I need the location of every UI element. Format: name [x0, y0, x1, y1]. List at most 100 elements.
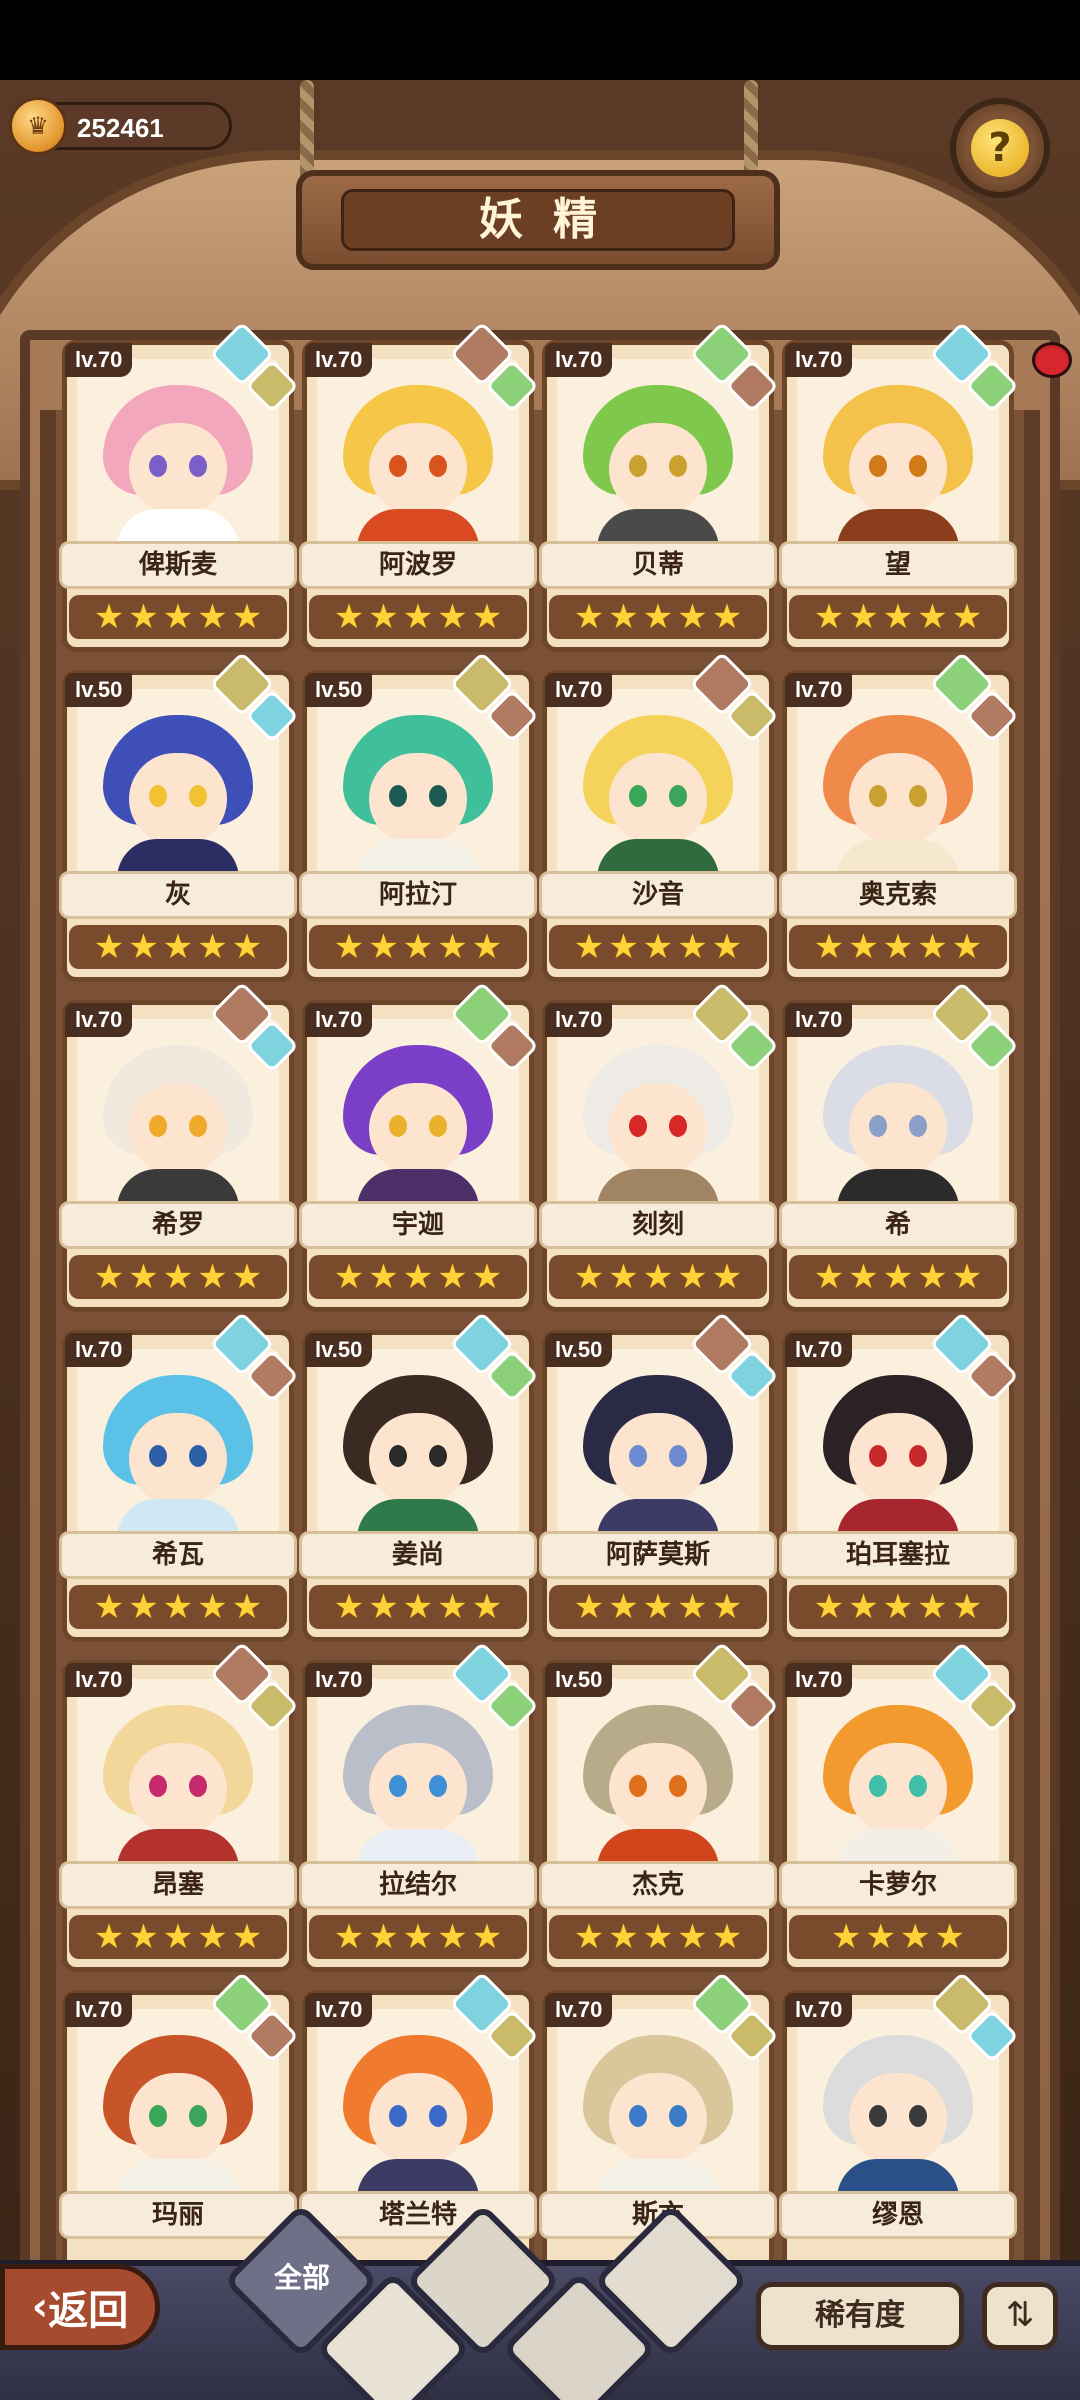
fairy-portrait: [797, 1679, 999, 1889]
star-icon: ★: [813, 597, 845, 637]
star-icon: ★: [813, 927, 845, 967]
star-icon: ★: [231, 1257, 263, 1297]
help-button[interactable]: ?: [950, 98, 1050, 198]
face-shape: [129, 753, 227, 845]
star-icon: ★: [917, 927, 948, 967]
star-icon: ★: [934, 1917, 965, 1957]
face-shape: [609, 753, 707, 845]
fairy-card[interactable]: lv.70 希瓦 ★ ★ ★ ★ ★: [59, 1311, 299, 1642]
back-button[interactable]: ‹ 返回: [0, 2264, 160, 2350]
fairy-portrait: [557, 2009, 759, 2219]
fairy-card[interactable]: lv.50 阿拉汀 ★ ★ ★ ★ ★: [299, 651, 539, 982]
star-rating: ★ ★ ★ ★ ★: [549, 925, 767, 969]
fairy-portrait: [77, 1349, 279, 1559]
sort-order-button[interactable]: ⇅: [982, 2282, 1058, 2350]
star-rating: ★ ★ ★ ★ ★: [789, 1255, 1007, 1299]
face-shape: [849, 1743, 947, 1835]
level-badge: lv.70: [65, 1003, 133, 1037]
fairy-card[interactable]: lv.70 贝蒂 ★ ★ ★ ★ ★: [539, 321, 779, 652]
fairy-portrait: [797, 359, 999, 569]
star-rating: ★ ★ ★ ★ ★: [309, 1255, 527, 1299]
fairy-card[interactable]: lv.50 阿萨莫斯 ★ ★ ★ ★ ★: [539, 1311, 779, 1642]
fairy-card[interactable]: lv.50 姜尚 ★ ★ ★ ★ ★: [299, 1311, 539, 1642]
star-icon: ★: [368, 1257, 399, 1297]
eye-left: [389, 1445, 407, 1467]
fairy-card[interactable]: lv.70 沙音 ★ ★ ★ ★ ★: [539, 651, 779, 982]
fairy-card[interactable]: lv.50 杰克 ★ ★ ★ ★ ★: [539, 1641, 779, 1972]
fairy-card[interactable]: lv.70 缪恩: [779, 1971, 1019, 2302]
star-icon: ★: [813, 1587, 845, 1627]
eye-left: [149, 1445, 167, 1467]
star-icon: ★: [608, 1257, 639, 1297]
eye-left: [629, 2105, 647, 2127]
fairy-portrait: [317, 689, 519, 899]
eye-right: [189, 785, 207, 807]
star-icon: ★: [608, 1587, 639, 1627]
star-icon: ★: [368, 1917, 399, 1957]
fairy-portrait: [557, 1679, 759, 1889]
level-badge: lv.70: [785, 1993, 853, 2027]
star-icon: ★: [642, 1587, 674, 1627]
eye-left: [629, 1775, 647, 1797]
star-icon: ★: [677, 927, 708, 967]
sort-rarity-button[interactable]: 稀有度: [756, 2282, 964, 2350]
fairy-card[interactable]: lv.70 俾斯麦 ★ ★ ★ ★ ★: [59, 321, 299, 652]
fairy-card[interactable]: lv.50 灰 ★ ★ ★ ★ ★: [59, 651, 299, 982]
fairy-card[interactable]: lv.70 奥克索 ★ ★ ★ ★ ★: [779, 651, 1019, 982]
star-icon: ★: [573, 597, 605, 637]
star-icon: ★: [162, 927, 194, 967]
star-icon: ★: [951, 597, 983, 637]
eye-right: [189, 1775, 207, 1797]
star-icon: ★: [471, 1917, 503, 1957]
star-icon: ★: [471, 1587, 503, 1627]
star-icon: ★: [162, 1917, 194, 1957]
fairy-card[interactable]: lv.70 望 ★ ★ ★ ★ ★: [779, 321, 1019, 652]
star-icon: ★: [917, 1257, 948, 1297]
fairy-portrait: [797, 2009, 999, 2219]
star-rating: ★ ★ ★ ★ ★: [309, 1585, 527, 1629]
eye-right: [429, 785, 447, 807]
fairy-card[interactable]: lv.70 卡萝尔 ★ ★ ★ ★: [779, 1641, 1019, 1972]
fairy-name: 玛丽: [59, 2191, 297, 2239]
fairy-portrait: [557, 1349, 759, 1559]
face-shape: [129, 1743, 227, 1835]
eye-right: [429, 1775, 447, 1797]
fairy-card[interactable]: lv.70 刻刻 ★ ★ ★ ★ ★: [539, 981, 779, 1312]
back-chevron-icon: ‹: [31, 2284, 49, 2330]
filter-all-label: 全部: [273, 2261, 330, 2294]
fairy-name: 珀耳塞拉: [779, 1531, 1017, 1579]
star-icon: ★: [333, 1257, 365, 1297]
fairy-card[interactable]: lv.70 希罗 ★ ★ ★ ★ ★: [59, 981, 299, 1312]
star-icon: ★: [608, 597, 639, 637]
star-icon: ★: [437, 1587, 468, 1627]
fairy-portrait: [77, 689, 279, 899]
star-icon: ★: [711, 1917, 743, 1957]
title-board: 妖精: [296, 170, 780, 270]
level-badge: lv.70: [65, 1663, 133, 1697]
star-icon: ★: [573, 927, 605, 967]
fairy-card[interactable]: lv.70 宇迦 ★ ★ ★ ★ ★: [299, 981, 539, 1312]
star-rating: ★ ★ ★ ★ ★: [309, 595, 527, 639]
ladybug-icon[interactable]: [1032, 342, 1072, 378]
fairy-card[interactable]: lv.70 阿波罗 ★ ★ ★ ★ ★: [299, 321, 539, 652]
fairy-portrait: [317, 359, 519, 569]
star-icon: ★: [711, 927, 743, 967]
fairy-card[interactable]: lv.70 昂塞 ★ ★ ★ ★ ★: [59, 1641, 299, 1972]
star-rating: ★ ★ ★ ★ ★: [549, 1915, 767, 1959]
eye-left: [389, 2105, 407, 2127]
star-rating: ★ ★ ★ ★ ★: [789, 925, 1007, 969]
eye-left: [629, 1115, 647, 1137]
star-icon: ★: [917, 1587, 948, 1627]
star-icon: ★: [642, 1257, 674, 1297]
star-icon: ★: [197, 1587, 228, 1627]
fairy-card[interactable]: lv.70 珀耳塞拉 ★ ★ ★ ★ ★: [779, 1311, 1019, 1642]
star-icon: ★: [437, 597, 468, 637]
level-badge: lv.70: [785, 343, 853, 377]
fairy-card[interactable]: lv.70 希 ★ ★ ★ ★ ★: [779, 981, 1019, 1312]
face-shape: [609, 2073, 707, 2165]
fairy-name: 望: [779, 541, 1017, 589]
fairy-name: 贝蒂: [539, 541, 777, 589]
fairy-name: 阿拉汀: [299, 871, 537, 919]
fairy-card[interactable]: lv.70 拉结尔 ★ ★ ★ ★ ★: [299, 1641, 539, 1972]
star-icon: ★: [197, 597, 228, 637]
